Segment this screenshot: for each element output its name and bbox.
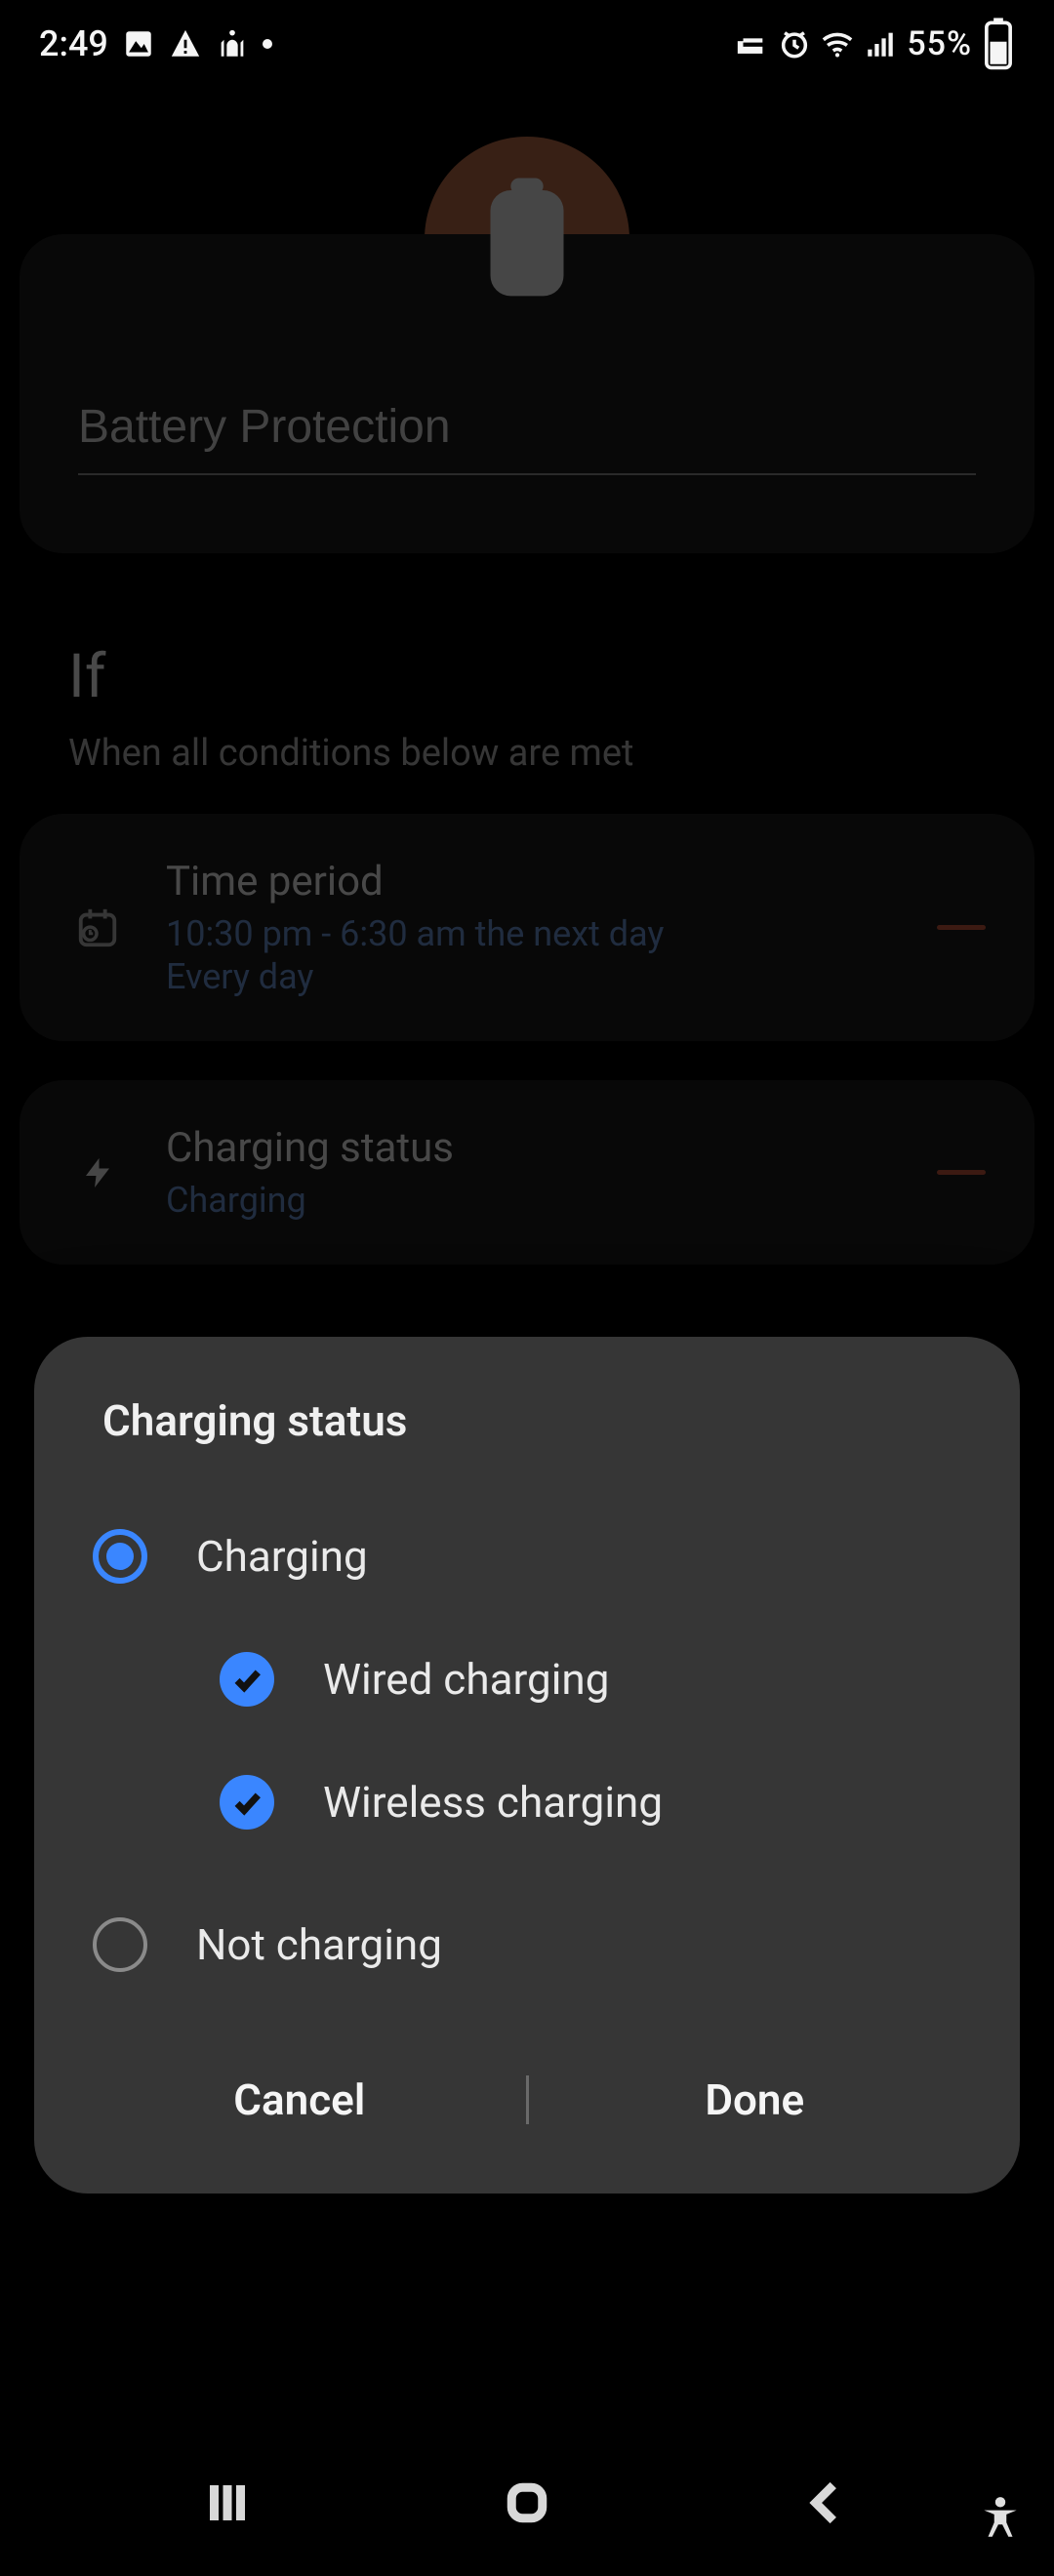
done-button[interactable]: Done — [529, 2045, 982, 2154]
alarm-icon — [778, 27, 811, 60]
condition-charging-status[interactable]: Charging status Charging — [20, 1080, 1034, 1265]
condition-time-repeat: Every day — [166, 956, 898, 997]
accessibility-button[interactable] — [976, 2494, 1025, 2547]
calendar-icon — [68, 906, 127, 950]
status-left: 2:49 — [39, 23, 272, 64]
cancel-button[interactable]: Cancel — [73, 2045, 526, 2154]
condition-charging-title: Charging status — [166, 1124, 898, 1172]
routine-title-input[interactable] — [78, 400, 976, 475]
status-right: 55% — [735, 24, 1015, 63]
back-button[interactable] — [792, 2469, 861, 2537]
battery-icon — [478, 176, 576, 302]
status-dot — [263, 39, 272, 49]
option-wired-label: Wired charging — [323, 1654, 609, 1705]
status-bar: 2:49 55% — [0, 0, 1054, 88]
image-icon — [122, 27, 155, 60]
recents-button[interactable] — [193, 2469, 262, 2537]
condition-time-range: 10:30 pm - 6:30 am the next day — [166, 913, 898, 954]
option-wireless-charging[interactable]: Wireless charging — [73, 1741, 981, 1864]
remove-condition-button[interactable] — [937, 1170, 986, 1175]
battery-icon — [982, 27, 1015, 60]
dnd-icon — [735, 27, 768, 60]
routine-icon-circle — [425, 137, 629, 342]
option-charging-label: Charging — [196, 1531, 368, 1582]
mosque-icon — [216, 27, 249, 60]
radio-selected-icon — [93, 1529, 147, 1584]
if-sublabel: When all conditions below are met — [68, 732, 986, 775]
option-wireless-label: Wireless charging — [323, 1777, 663, 1828]
if-label: If — [68, 641, 986, 712]
condition-time-title: Time period — [166, 858, 898, 906]
option-not-charging[interactable]: Not charging — [73, 1883, 981, 2006]
dialog-title: Charging status — [73, 1395, 981, 1495]
radio-unselected-icon — [93, 1917, 147, 1972]
wifi-icon — [821, 27, 854, 60]
option-not-charging-label: Not charging — [196, 1919, 442, 1970]
condition-charging-value: Charging — [166, 1180, 898, 1221]
checkbox-checked-icon — [220, 1652, 274, 1707]
option-wired-charging[interactable]: Wired charging — [73, 1618, 981, 1741]
warning-icon — [169, 27, 202, 60]
home-button[interactable] — [493, 2469, 561, 2537]
signal-icon — [864, 27, 897, 60]
battery-percent: 55% — [907, 24, 972, 63]
remove-condition-button[interactable] — [937, 925, 986, 930]
title-card — [20, 234, 1034, 553]
charging-status-dialog: Charging status Charging Wired charging … — [34, 1337, 1020, 2194]
background-content: If When all conditions below are met Tim… — [0, 88, 1054, 2576]
if-section-header: If When all conditions below are met — [0, 553, 1054, 775]
status-time: 2:49 — [39, 23, 108, 64]
checkbox-checked-icon — [220, 1775, 274, 1830]
option-charging[interactable]: Charging — [73, 1495, 981, 1618]
dialog-button-row: Cancel Done — [73, 2045, 981, 2154]
condition-time-period[interactable]: Time period 10:30 pm - 6:30 am the next … — [20, 814, 1034, 1041]
system-navbar — [0, 2430, 1054, 2576]
bolt-icon — [68, 1155, 127, 1190]
